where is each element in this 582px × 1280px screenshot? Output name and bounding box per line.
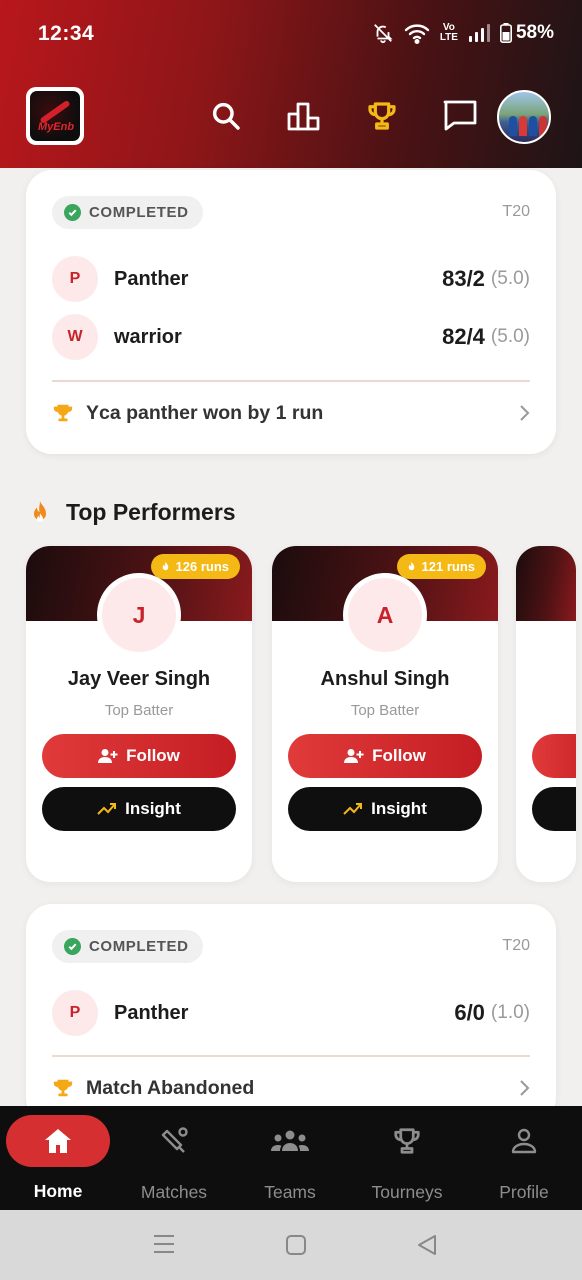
nav-label: Home (33, 1181, 83, 1201)
result-text: Match Abandoned (86, 1076, 255, 1099)
status-badge: COMPLETED (52, 930, 203, 963)
team-row: W warrior 82/4 (5.0) (52, 314, 530, 360)
trophy-icon (53, 404, 73, 422)
system-navigation-bar (0, 1210, 582, 1280)
trending-up-icon (343, 803, 363, 815)
runs-badge: 126 runs (150, 554, 240, 579)
search-icon[interactable] (206, 96, 246, 136)
fire-icon (34, 500, 46, 522)
runs-badge: 121 runs (396, 554, 486, 579)
team-overs: (1.0) (490, 1002, 530, 1023)
team-row: P Panther 6/0 (1.0) (52, 990, 530, 1036)
player-avatar: J (97, 573, 181, 657)
check-circle-icon (64, 204, 81, 221)
card-banner (516, 546, 576, 621)
match-card[interactable]: COMPLETED T20 P Panther 6/0 (1.0) Match … (26, 904, 556, 1124)
user-avatar[interactable] (497, 90, 551, 144)
add-user-icon (344, 749, 364, 763)
nav-matches[interactable]: Matches (116, 1106, 232, 1210)
team-score: 83/2 (442, 266, 485, 291)
nav-label: Profile (499, 1182, 549, 1202)
fire-icon (408, 561, 414, 570)
team-overs: (5.0) (490, 268, 530, 289)
team-score: 6/0 (454, 1000, 485, 1025)
match-result[interactable]: Yca panther won by 1 run (52, 398, 530, 428)
check-circle-icon (64, 938, 81, 955)
app-header: 12:34 Vo LTE 58% MyEnb (0, 0, 582, 168)
follow-button[interactable]: Follow (288, 734, 482, 778)
trophy-icon (53, 1079, 73, 1097)
team-name: Panther (114, 267, 189, 290)
match-result[interactable]: Match Abandoned (52, 1073, 530, 1103)
player-role: Top Batter (350, 702, 420, 719)
person-icon (510, 1120, 538, 1162)
follow-button[interactable]: Follow (42, 734, 236, 778)
home-icon (6, 1115, 110, 1167)
status-bar: 12:34 Vo LTE 58% (0, 0, 582, 70)
status-time: 12:34 (38, 22, 95, 45)
team-overs: (5.0) (490, 326, 530, 347)
wifi-icon (404, 24, 430, 44)
player-name: Jay Veer Singh (67, 668, 211, 690)
home-square-icon[interactable] (285, 1234, 307, 1256)
battery-percent: 58% (515, 22, 554, 43)
add-user-icon (98, 749, 118, 763)
player-name: Anshul Singh (320, 668, 450, 690)
battery: 58% (499, 22, 554, 44)
chevron-right-icon (520, 1080, 530, 1096)
player-avatar: A (343, 573, 427, 657)
section-title: Top Performers (66, 499, 236, 525)
match-format: T20 (502, 203, 530, 220)
divider (52, 1055, 530, 1057)
nav-profile[interactable]: Profile (466, 1106, 582, 1210)
top-performers-header: Top Performers (28, 499, 236, 526)
team-row: P Panther 83/2 (5.0) (52, 256, 530, 302)
team-name: warrior (114, 325, 182, 348)
team-score: 82/4 (442, 324, 485, 349)
menu-icon[interactable] (152, 1233, 176, 1255)
chevron-right-icon (520, 405, 530, 421)
performer-card-partial[interactable] (516, 546, 576, 882)
follow-button[interactable] (532, 734, 576, 778)
trending-up-icon (97, 803, 117, 815)
team-name: Panther (114, 1001, 189, 1024)
nav-home[interactable]: Home (0, 1106, 116, 1210)
app-logo[interactable]: MyEnb (26, 87, 84, 145)
team-initial: P (52, 990, 98, 1036)
team-initial: P (52, 256, 98, 302)
battery-icon (499, 23, 512, 43)
performer-card[interactable]: 126 runs J Jay Veer Singh Top Batter Fol… (26, 546, 252, 882)
result-text: Yca panther won by 1 run (86, 401, 324, 424)
player-role: Top Batter (104, 702, 174, 719)
teams-icon (271, 1120, 309, 1162)
divider (52, 380, 530, 382)
cricket-bat-icon (158, 1120, 190, 1162)
status-badge: COMPLETED (52, 196, 203, 229)
nav-label: Teams (264, 1182, 316, 1202)
nav-label: Matches (140, 1182, 208, 1202)
status-icons: Vo LTE 58% (372, 22, 554, 44)
insight-button[interactable]: Insight (288, 787, 482, 831)
performer-card[interactable]: 121 runs A Anshul Singh Top Batter Follo… (272, 546, 498, 882)
insight-button[interactable]: Insight (42, 787, 236, 831)
leaderboard-icon[interactable] (284, 96, 324, 136)
team-initial: W (52, 314, 98, 360)
signal-icon (468, 24, 490, 42)
nav-teams[interactable]: Teams (232, 1106, 348, 1210)
match-format: T20 (502, 937, 530, 954)
chat-icon[interactable] (440, 96, 480, 136)
nav-tourneys[interactable]: Tourneys (349, 1106, 465, 1210)
bottom-navigation: Home Matches Teams Tourneys Profile (0, 1106, 582, 1210)
trophy-icon[interactable] (362, 96, 402, 136)
back-icon[interactable] (416, 1233, 438, 1257)
match-card[interactable]: COMPLETED T20 P Panther 83/2 (5.0) W war… (26, 170, 556, 454)
fire-icon (162, 561, 168, 570)
volte-indicator: Vo LTE (439, 22, 458, 43)
trophy-icon (392, 1120, 422, 1162)
insight-button[interactable] (532, 787, 576, 831)
notifications-muted-icon (373, 24, 393, 44)
nav-label: Tourneys (371, 1182, 443, 1202)
